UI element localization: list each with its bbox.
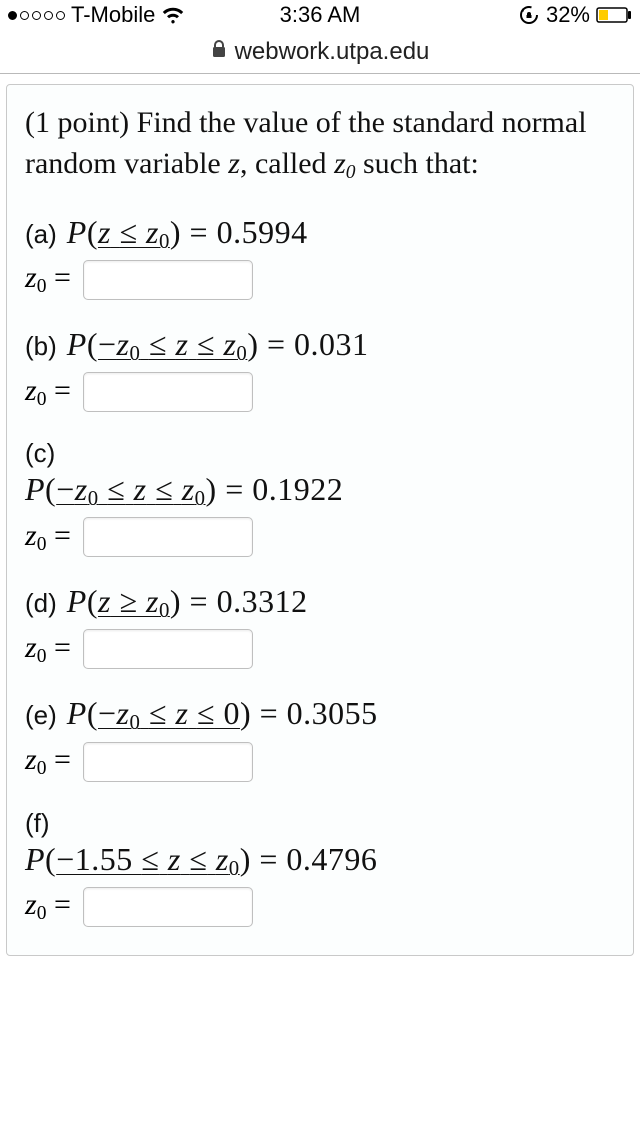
part-f: (f) P(−1.55 ≤ z ≤ z0) = 0.4796 z0 =: [25, 808, 615, 927]
answer-input-a[interactable]: [83, 260, 253, 300]
answer-label: z0 =: [25, 261, 71, 298]
browser-address-bar[interactable]: webwork.utpa.edu: [0, 30, 640, 74]
points-label: (1 point): [25, 106, 129, 139]
var-z: z: [228, 147, 240, 180]
page-content: (1 point) Find the value of the standard…: [0, 74, 640, 966]
answer-input-d[interactable]: [83, 629, 253, 669]
expression: P(−z0 ≤ z ≤ 0) = 0.3055: [67, 695, 378, 735]
part-letter: (b): [25, 331, 57, 362]
answer-input-e[interactable]: [83, 742, 253, 782]
status-bar: T-Mobile 3:36 AM 32%: [0, 0, 640, 30]
lock-icon: [211, 38, 227, 66]
part-d: (d) P(z ≥ z0) = 0.3312 z0 =: [25, 583, 615, 669]
part-a: (a) P(z ≤ z0) = 0.5994 z0 =: [25, 214, 615, 300]
answer-input-f[interactable]: [83, 887, 253, 927]
part-c: (c) P(−z0 ≤ z ≤ z0) = 0.1922 z0 =: [25, 438, 615, 557]
signal-strength-icon: [8, 11, 65, 20]
var-z0: z0: [334, 147, 355, 180]
part-letter: (f): [25, 808, 50, 839]
wifi-icon: [161, 6, 185, 24]
carrier-label: T-Mobile: [71, 2, 155, 28]
answer-label: z0 =: [25, 519, 71, 556]
answer-input-b[interactable]: [83, 372, 253, 412]
problem-prompt: (1 point) Find the value of the standard…: [25, 103, 615, 186]
answer-label: z0 =: [25, 743, 71, 780]
prompt-text-3: such that:: [363, 147, 479, 180]
status-right: 32%: [518, 0, 632, 30]
url-host: webwork.utpa.edu: [235, 38, 430, 66]
expression: P(z ≤ z0) = 0.5994: [67, 214, 308, 254]
expression: P(−1.55 ≤ z ≤ z0) = 0.4796: [25, 841, 377, 881]
battery-icon: [596, 7, 632, 23]
answer-label: z0 =: [25, 631, 71, 668]
answer-input-c[interactable]: [83, 517, 253, 557]
status-left: T-Mobile: [8, 0, 185, 30]
part-letter: (c): [25, 438, 55, 469]
orientation-lock-icon: [518, 4, 540, 26]
prompt-text-2: , called: [240, 147, 327, 180]
answer-label: z0 =: [25, 374, 71, 411]
part-b: (b) P(−z0 ≤ z ≤ z0) = 0.031 z0 =: [25, 326, 615, 412]
expression: P(−z0 ≤ z ≤ z0) = 0.1922: [25, 471, 343, 511]
part-letter: (d): [25, 588, 57, 619]
expression: P(z ≥ z0) = 0.3312: [67, 583, 308, 623]
clock: 3:36 AM: [280, 2, 361, 28]
expression: P(−z0 ≤ z ≤ z0) = 0.031: [67, 326, 369, 366]
part-letter: (a): [25, 219, 57, 250]
battery-percent: 32%: [546, 2, 590, 28]
part-e: (e) P(−z0 ≤ z ≤ 0) = 0.3055 z0 =: [25, 695, 615, 781]
part-letter: (e): [25, 700, 57, 731]
answer-label: z0 =: [25, 888, 71, 925]
problem-box: (1 point) Find the value of the standard…: [6, 84, 634, 956]
